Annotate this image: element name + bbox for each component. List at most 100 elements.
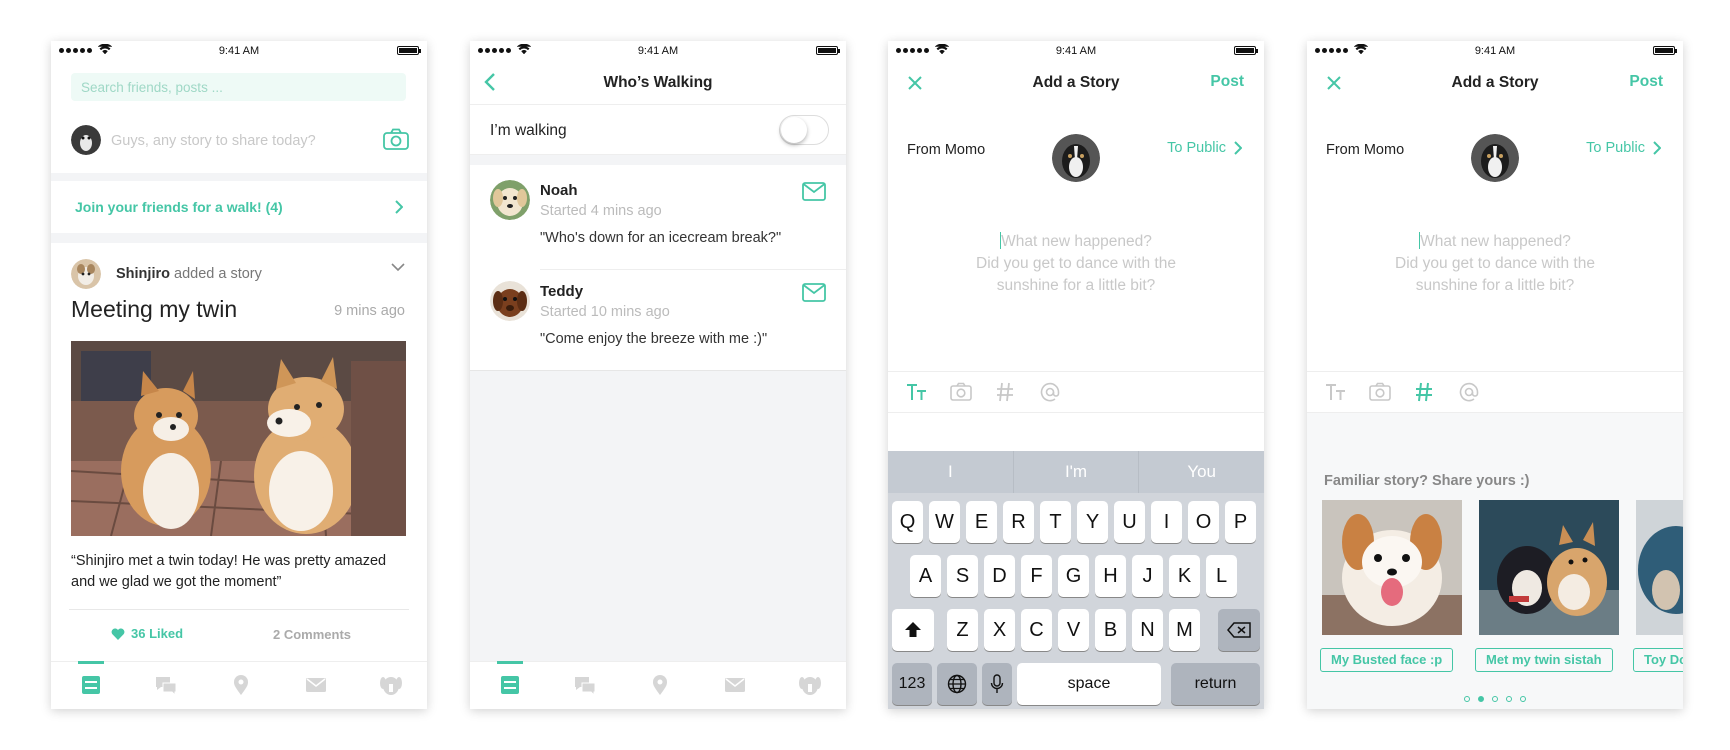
suggestion-photo[interactable] [1479,500,1619,635]
feed-tab-icon[interactable] [79,674,103,696]
story-composer[interactable]: Guys, any story to share today? [51,111,427,173]
avatar[interactable] [71,259,101,289]
key[interactable]: N [1132,609,1163,651]
shift-key[interactable] [892,609,934,651]
post-author[interactable]: Shinjiro [116,266,170,282]
mail-icon[interactable] [802,182,826,201]
space-key[interactable]: space [1017,663,1161,705]
location-tab-icon[interactable] [648,674,672,696]
walker-item[interactable]: Noah Started 4 mins ago "Who's down for … [470,166,846,266]
text-format-icon[interactable] [1325,382,1347,408]
key[interactable]: S [947,555,978,597]
key[interactable]: R [1003,501,1034,543]
numbers-key[interactable]: 123 [892,663,932,705]
audience-label: To Public [1167,140,1226,156]
camera-icon[interactable] [950,382,972,407]
text-format-icon[interactable] [906,382,928,408]
story-text-input[interactable]: What new happened? Did you get to dance … [1307,231,1683,297]
dog-profile-tab-icon[interactable] [379,674,403,696]
audience-label: To Public [1586,140,1645,156]
suggestion-item[interactable]: You [1139,451,1264,493]
suggestion-item[interactable]: I'm [1014,451,1140,493]
page-dot[interactable] [1506,696,1512,702]
feed-screen: 9:41 AM Search friends, posts ... Guys, … [51,41,427,709]
suggestion-item[interactable]: I [888,451,1014,493]
chevron-right-icon [1653,141,1661,155]
page-dot[interactable] [1478,696,1484,702]
search-input[interactable]: Search friends, posts ... [71,73,406,101]
key[interactable]: F [1021,555,1052,597]
comments-link[interactable]: 2 Comments [273,627,351,642]
page-title: Add a Story [1032,74,1120,91]
story-tag[interactable]: My Busted face :p [1320,648,1454,672]
location-tab-icon[interactable] [229,674,253,696]
story-tag[interactable]: Met my twin sistah [1475,648,1613,672]
camera-icon[interactable] [383,128,409,150]
audience-selector[interactable]: To Public [1167,140,1242,156]
like-button[interactable]: 36 Liked [111,626,183,641]
audience-selector[interactable]: To Public [1586,140,1661,156]
key[interactable]: K [1169,555,1200,597]
story-text-input[interactable]: What new happened? Did you get to dance … [888,231,1264,297]
key[interactable]: Q [892,501,923,543]
key[interactable]: O [1188,501,1219,543]
key[interactable]: L [1206,555,1237,597]
hashtag-icon[interactable] [996,382,1014,408]
chat-tab-icon[interactable] [154,674,178,696]
chat-tab-icon[interactable] [573,674,597,696]
globe-key[interactable] [937,663,977,705]
key[interactable]: C [1021,609,1052,651]
tab-bar [51,661,427,709]
avatar[interactable] [1052,134,1100,182]
key[interactable]: D [984,555,1015,597]
key[interactable]: A [910,555,941,597]
suggestion-photo[interactable] [1636,500,1683,635]
avatar[interactable] [1471,134,1519,182]
camera-icon[interactable] [1369,382,1391,407]
post-button[interactable]: Post [1629,73,1663,91]
join-walk-banner[interactable]: Join your friends for a walk! (4) [51,181,427,233]
battery-icon [1234,46,1258,55]
key[interactable]: H [1095,555,1126,597]
key[interactable]: G [1058,555,1089,597]
key[interactable]: Z [947,609,978,651]
key[interactable]: T [1040,501,1071,543]
feed-tab-icon[interactable] [498,674,522,696]
hashtag-icon[interactable] [1415,382,1433,408]
avatar [71,125,101,155]
key[interactable]: J [1132,555,1163,597]
key[interactable]: V [1058,609,1089,651]
chevron-down-icon[interactable] [391,263,405,272]
key[interactable]: U [1114,501,1145,543]
key[interactable]: B [1095,609,1126,651]
key[interactable]: Y [1077,501,1108,543]
post-button[interactable]: Post [1210,73,1244,91]
suggestion-photo[interactable] [1322,500,1462,635]
key[interactable]: I [1151,501,1182,543]
mail-icon[interactable] [802,283,826,302]
post-photo[interactable] [71,341,406,536]
backspace-key[interactable] [1218,609,1260,651]
key[interactable]: W [929,501,960,543]
key[interactable]: P [1225,501,1256,543]
dog-profile-tab-icon[interactable] [798,674,822,696]
walker-message: "Who's down for an icecream break?" [540,230,782,246]
active-tab-indicator [78,661,104,664]
key[interactable]: X [984,609,1015,651]
walker-item[interactable]: Teddy Started 10 mins ago "Come enjoy th… [470,267,846,367]
shift-icon [905,622,921,637]
page-dot[interactable] [1492,696,1498,702]
mail-tab-icon[interactable] [304,674,328,696]
key[interactable]: M [1169,609,1200,651]
at-icon[interactable] [1459,382,1479,408]
story-tag[interactable]: Toy Do [1633,648,1683,672]
page-dot[interactable] [1520,696,1526,702]
walking-toggle[interactable] [779,115,829,145]
mail-tab-icon[interactable] [723,674,747,696]
walker-message: "Come enjoy the breeze with me :)" [540,331,768,347]
page-dot[interactable] [1464,696,1470,702]
key[interactable]: E [966,501,997,543]
mic-key[interactable] [982,663,1012,705]
at-icon[interactable] [1040,382,1060,408]
return-key[interactable]: return [1171,663,1260,705]
